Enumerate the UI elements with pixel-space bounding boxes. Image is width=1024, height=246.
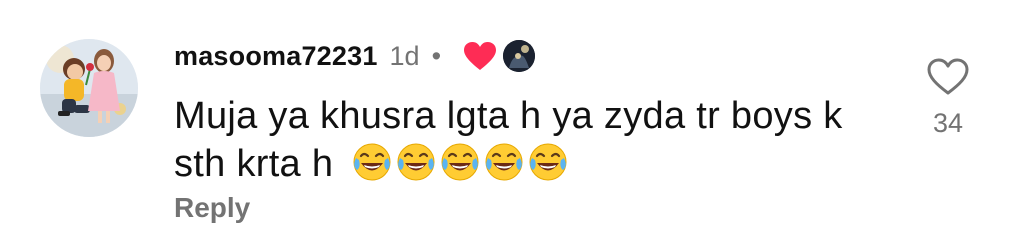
reply-button[interactable]: Reply [174, 192, 250, 224]
creator-avatar-image-icon [503, 40, 536, 72]
timestamp: 1d [389, 40, 420, 71]
comment-text: Muja ya khusra lgta h ya zyda tr boys k … [174, 92, 874, 188]
username-link[interactable]: masooma72231 [174, 41, 378, 72]
emoji-group [350, 140, 570, 184]
laughing-tears-emoji-icon [353, 143, 391, 181]
comment-header: masooma72231 1d • [174, 36, 536, 76]
laughing-tears-emoji-icon [441, 143, 479, 181]
laughing-tears-emoji-icon [397, 143, 435, 181]
like-count: 34 [932, 108, 964, 138]
comment-item: masooma72231 1d • Muja ya khusra lgta h … [0, 0, 1024, 246]
avatar[interactable] [40, 39, 138, 137]
heart-outline-icon[interactable] [927, 58, 969, 96]
like-button[interactable]: 34 [918, 58, 978, 139]
laughing-tears-emoji-icon [529, 143, 567, 181]
separator-dot: • [431, 40, 442, 71]
creator-avatar [503, 40, 536, 72]
avatar-illustration-icon [40, 39, 138, 137]
creator-liked-heart-icon [463, 41, 497, 71]
laughing-tears-emoji-icon [485, 143, 523, 181]
